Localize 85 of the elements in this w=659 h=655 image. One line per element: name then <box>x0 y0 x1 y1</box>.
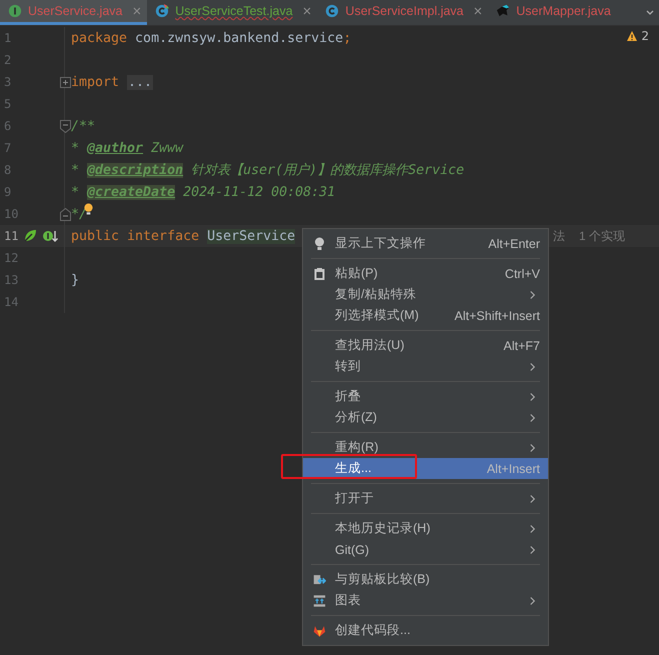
bird-icon <box>496 4 510 18</box>
menu-item[interactable]: 粘贴(P) Ctrl+V <box>303 263 548 284</box>
keyword: import <box>71 74 120 90</box>
clipboard-icon <box>312 266 326 280</box>
line-number: 3 <box>3 75 12 89</box>
menu-item[interactable]: Git(G) <box>303 539 548 560</box>
warning-count[interactable]: 2 <box>626 29 649 43</box>
folded-code[interactable]: ... <box>127 74 154 90</box>
line-number: 8 <box>3 163 12 177</box>
chevron-right-icon <box>529 544 536 554</box>
comment-text: Zwww <box>150 140 184 156</box>
class-icon <box>325 4 340 18</box>
comment-text: * <box>71 162 80 178</box>
menu-item[interactable]: 图表 <box>303 590 548 611</box>
keyword: package <box>71 30 128 46</box>
menu-item[interactable]: 查找用法(U) Alt+F7 <box>303 335 548 356</box>
line-number: 10 <box>3 207 20 221</box>
leaf-icon[interactable] <box>22 228 38 244</box>
warning-icon <box>626 30 638 42</box>
shortcut-text: Ctrl+V <box>504 266 540 280</box>
inlay-hint[interactable]: 法 <box>553 228 565 244</box>
keyword: public interface <box>71 228 200 244</box>
line-number: 11 <box>3 229 20 243</box>
interface-name: UserService <box>207 228 296 244</box>
menu-item[interactable]: 重构(R) <box>303 437 548 458</box>
expand-icon[interactable] <box>60 76 70 88</box>
chevron-right-icon <box>529 494 536 504</box>
chevron-right-icon <box>529 524 536 534</box>
collapse-icon[interactable] <box>60 208 70 220</box>
comment-text: * <box>71 184 80 200</box>
menu-item[interactable]: 打开于 <box>303 488 548 509</box>
menu-item[interactable]: 创建代码段... <box>303 620 548 641</box>
chevron-right-icon <box>529 412 536 422</box>
chevron-right-icon <box>529 362 536 372</box>
doc-tag: @description <box>87 162 184 178</box>
shortcut-text: Alt+Insert <box>486 462 540 476</box>
file-tab[interactable]: UserServiceTest.java × <box>147 0 318 25</box>
fox-icon <box>312 624 326 638</box>
keyword: ; <box>343 30 352 46</box>
collapse-icon[interactable] <box>60 120 70 132</box>
code-text: com.zwnsyw.bankend.service <box>134 30 344 46</box>
menu-item[interactable]: 与剪贴板比较(B) <box>303 569 548 590</box>
bulb-icon <box>312 236 326 250</box>
comment-text: */ <box>71 206 88 222</box>
interface-icon <box>8 4 22 18</box>
line-number: 6 <box>3 119 12 133</box>
chevron-right-icon <box>529 290 536 300</box>
doc-tag: @author <box>87 140 144 156</box>
close-icon[interactable]: × <box>474 2 482 20</box>
menu-item[interactable]: 显示上下文操作 Alt+Enter <box>303 233 548 254</box>
close-icon[interactable]: × <box>302 2 312 20</box>
file-tab[interactable]: UserServiceImpl.java × <box>317 0 488 25</box>
menu-item[interactable]: 折叠 <box>303 386 548 407</box>
shortcut-text: Alt+Shift+Insert <box>454 308 540 322</box>
line-number: 9 <box>3 185 12 199</box>
comment-text: 针对表【user(用户)】的数据库操作Service <box>190 162 464 179</box>
comment-text: /** <box>71 118 96 134</box>
menu-item[interactable]: 分析(Z) <box>303 407 548 428</box>
line-number: 13 <box>3 273 20 287</box>
chevron-right-icon <box>529 392 536 402</box>
implementation-icon[interactable] <box>42 228 58 244</box>
doc-tag: @createDate <box>87 184 176 200</box>
menu-item[interactable]: 本地历史记录(H) <box>303 518 548 539</box>
diagram-icon <box>312 594 326 608</box>
chevron-right-icon <box>529 442 536 452</box>
menu-item[interactable]: 转到 <box>303 356 548 377</box>
menu-item[interactable]: 列选择模式(M) Alt+Shift+Insert <box>303 305 548 326</box>
line-number: 1 <box>3 31 12 45</box>
line-number: 14 <box>3 295 20 309</box>
comment-text: * <box>71 140 80 156</box>
class-icon <box>155 4 170 18</box>
line-number: 7 <box>3 141 12 155</box>
compare-icon <box>312 572 326 586</box>
warning-count-text: 2 <box>641 29 649 43</box>
comment-text: 2024-11-12 00:08:31 <box>182 184 336 200</box>
code-text: } <box>71 272 80 288</box>
menu-item[interactable]: 生成... Alt+Insert <box>303 458 548 479</box>
line-number: 12 <box>3 251 20 265</box>
shortcut-text: Alt+F7 <box>504 338 540 352</box>
line-number: 2 <box>3 53 12 67</box>
line-number: 5 <box>3 97 12 111</box>
inlay-hint[interactable]: 1 个实现 <box>579 228 626 244</box>
chevron-right-icon <box>529 596 536 606</box>
shortcut-text: Alt+Enter <box>488 236 540 250</box>
menu-item[interactable]: 复制/粘贴特殊 <box>303 284 548 305</box>
